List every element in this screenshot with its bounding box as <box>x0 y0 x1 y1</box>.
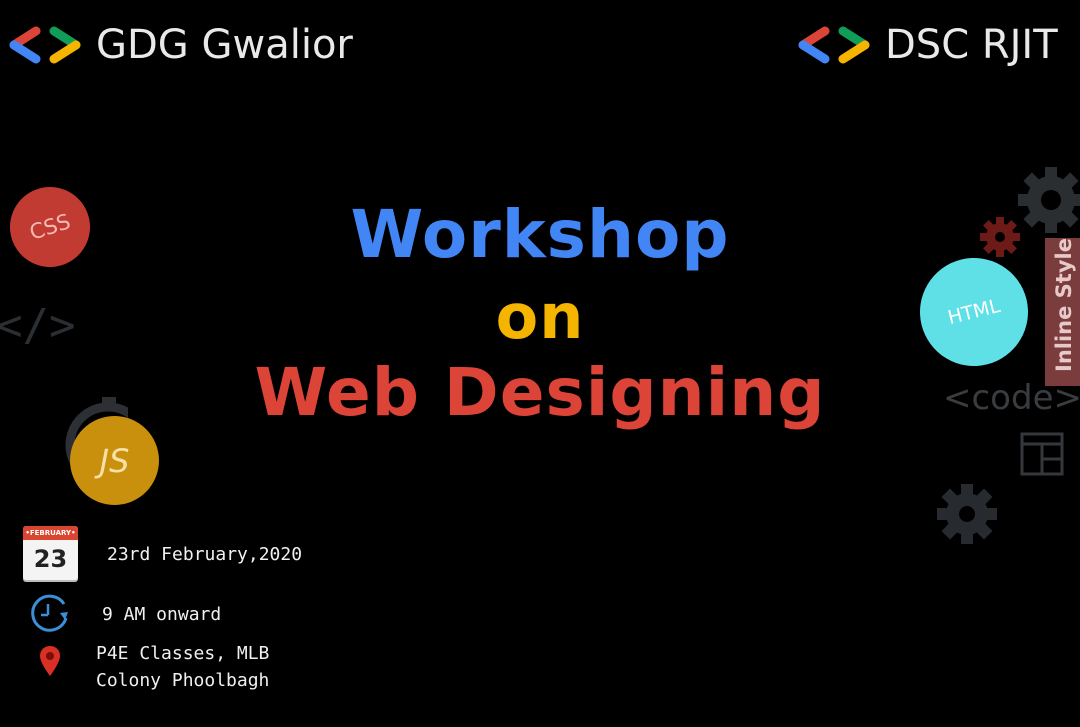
calendar-icon: •FEBRUARY• 23 <box>23 526 78 580</box>
inline-style-label: Inline Style <box>1052 238 1076 372</box>
title-on: on <box>495 280 585 353</box>
gear-icon <box>937 484 997 544</box>
brand-name-right: DSC RJIT <box>885 22 1058 68</box>
location-pin-icon <box>40 646 60 676</box>
calendar-day: 23 <box>33 545 68 573</box>
js-badge: JS <box>70 416 159 505</box>
event-time: 9 AM onward <box>102 604 222 625</box>
brand-dsc-rjit: DSC RJIT <box>797 22 1058 68</box>
clock-icon <box>31 594 68 632</box>
event-date: 23rd February,2020 <box>107 544 303 565</box>
gear-icon <box>980 217 1020 257</box>
venue-line-1: P4E Classes, MLB <box>96 643 270 664</box>
title-workshop: Workshop <box>350 196 730 273</box>
gear-icon <box>1018 167 1080 233</box>
venue-line-2: Colony Phoolbagh <box>96 670 270 691</box>
title-web-designing: Web Designing <box>254 354 826 431</box>
layout-icon <box>1020 432 1064 476</box>
inline-style-tag: Inline Style <box>1045 238 1080 386</box>
code-tag-icon: </> <box>0 300 76 351</box>
gdg-logo-icon <box>798 26 870 64</box>
brand-gdg-gwalior: GDG Gwalior <box>8 22 353 68</box>
calendar-month: •FEBRUARY• <box>23 526 78 540</box>
code-tag-text: <code> <box>943 378 1080 418</box>
brand-name-left: GDG Gwalior <box>96 22 353 68</box>
gdg-logo-icon <box>9 26 81 64</box>
event-venue: P4E Classes, MLB Colony Phoolbagh <box>96 640 269 694</box>
